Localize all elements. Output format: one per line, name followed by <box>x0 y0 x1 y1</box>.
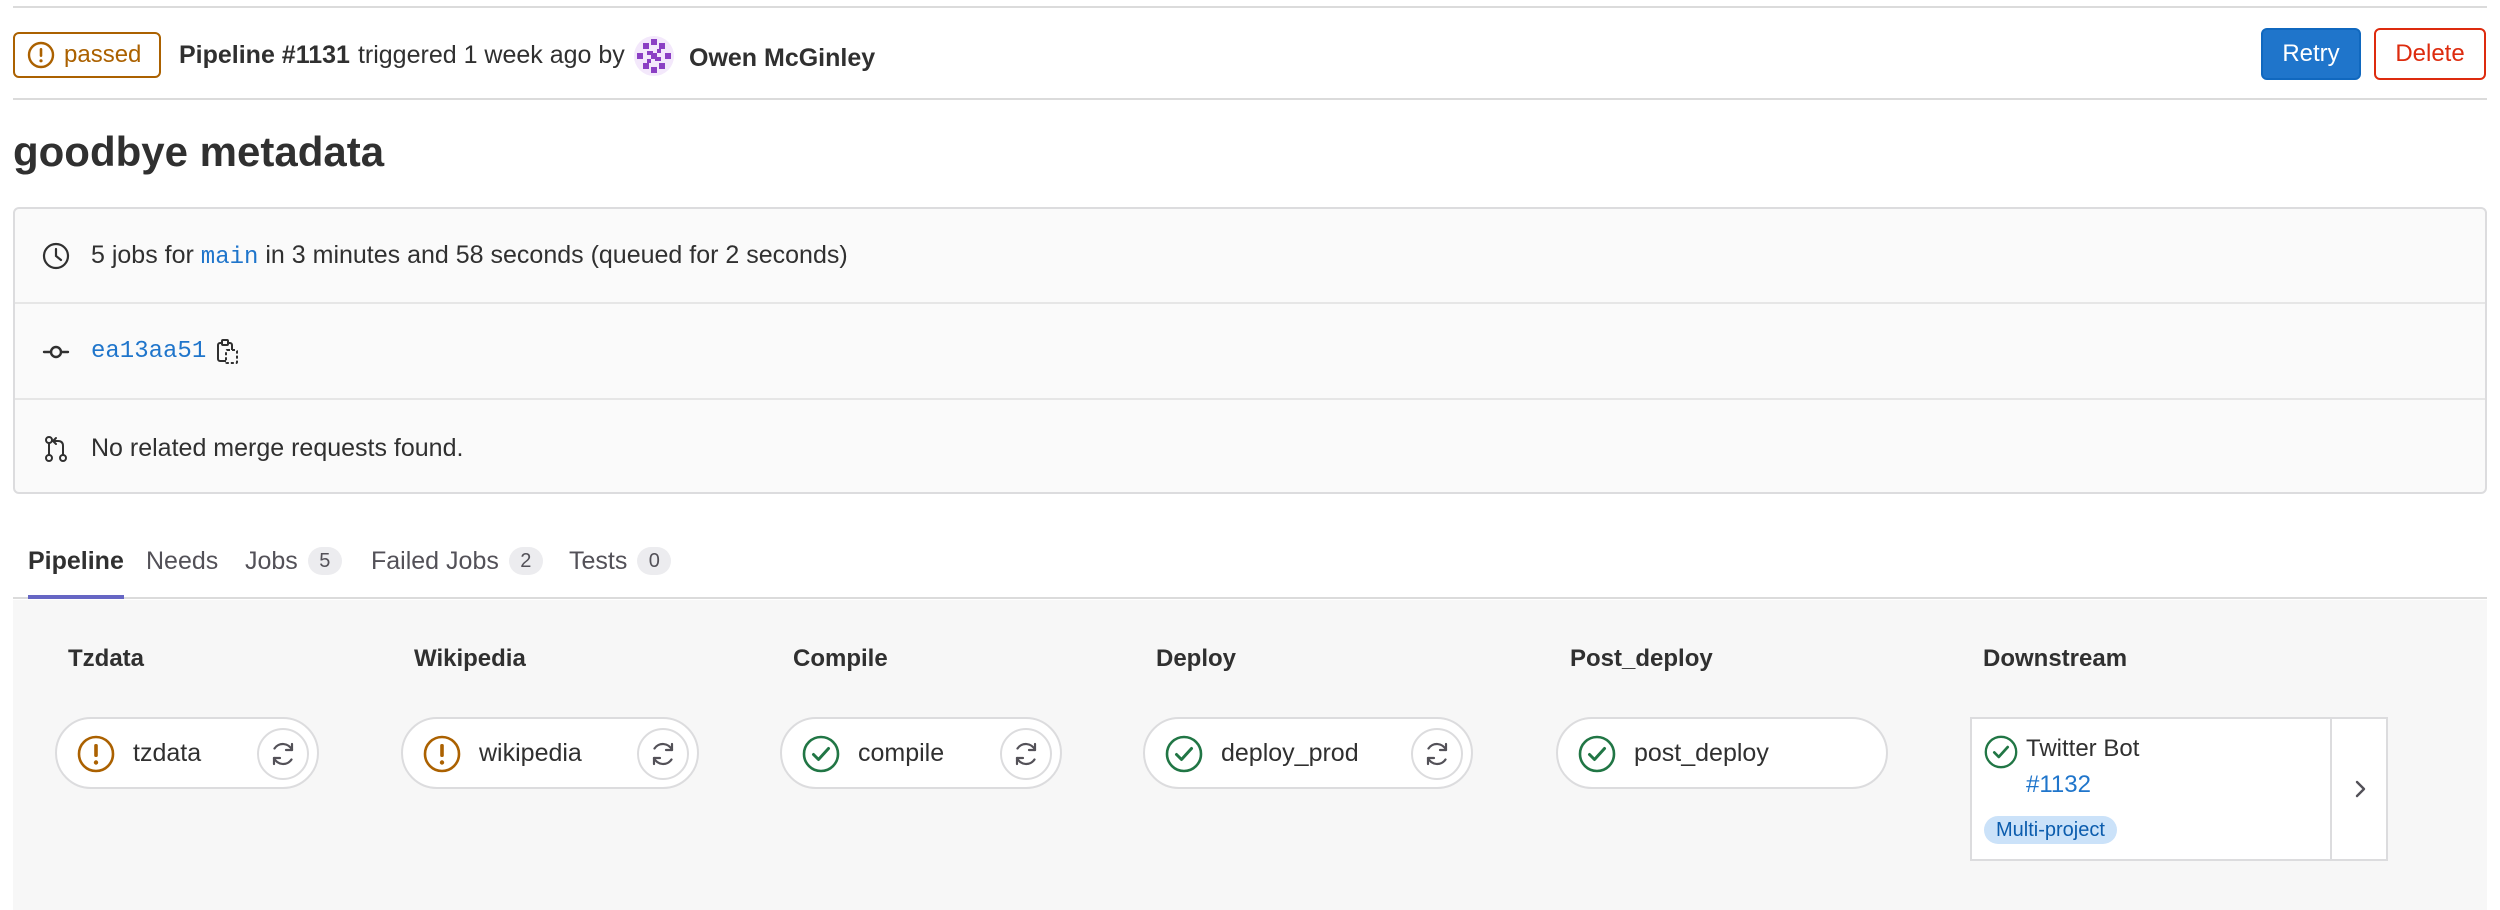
job-name: post_deploy <box>1634 738 1769 767</box>
job-deploy-prod[interactable]: deploy_prod <box>1143 717 1473 789</box>
tab-needs[interactable]: Needs <box>146 525 218 597</box>
pipeline-id: Pipeline #1131 <box>179 40 350 69</box>
tab-jobs[interactable]: Jobs 5 <box>245 525 342 597</box>
count-badge: 5 <box>307 547 342 575</box>
downstream-project-name: Twitter Bot <box>2026 735 2140 762</box>
success-status-icon <box>802 735 840 773</box>
author-name[interactable]: Owen McGinley <box>689 32 875 84</box>
jobs-summary-row: 5 jobs for main in 3 minutes and 58 seco… <box>15 209 2485 304</box>
branch-link[interactable]: main <box>201 244 259 271</box>
expand-downstream-button[interactable] <box>2330 719 2388 859</box>
job-post-deploy[interactable]: post_deploy <box>1556 717 1888 789</box>
job-name: wikipedia <box>479 738 582 767</box>
retry-job-button[interactable] <box>637 728 689 780</box>
retry-icon <box>652 742 674 766</box>
status-label: passed <box>64 41 142 68</box>
job-wikipedia[interactable]: wikipedia <box>401 717 699 789</box>
job-name: deploy_prod <box>1221 738 1359 767</box>
job-tzdata[interactable]: tzdata <box>55 717 319 789</box>
retry-icon <box>1015 742 1037 766</box>
merge-request-icon <box>45 435 67 462</box>
commit-row: ea13aa51 <box>15 305 2485 400</box>
count-badge: 0 <box>637 547 672 575</box>
count-badge: 2 <box>508 547 543 575</box>
user-avatar[interactable] <box>633 35 675 77</box>
tab-failed-jobs[interactable]: Failed Jobs 2 <box>371 525 543 597</box>
job-compile[interactable]: compile <box>780 717 1062 789</box>
status-badge[interactable]: passed <box>13 32 162 78</box>
triggered-text: triggered 1 week ago by <box>357 40 625 69</box>
retry-job-button[interactable] <box>1000 728 1052 780</box>
tab-label: Jobs <box>245 546 298 575</box>
jobs-summary-suffix: in 3 minutes and 58 seconds (queued for … <box>265 240 848 269</box>
pipeline-info-box: 5 jobs for main in 3 minutes and 58 seco… <box>13 207 2487 494</box>
job-name: tzdata <box>133 738 202 767</box>
pipeline-summary: Pipeline #1131 triggered 1 week ago by <box>179 32 625 78</box>
jobs-summary-text: 5 jobs for main in 3 minutes and 58 seco… <box>91 241 848 271</box>
stage-title: Tzdata <box>68 645 145 672</box>
tab-label: Failed Jobs <box>371 546 499 575</box>
multi-project-badge: Multi-project <box>1984 816 2117 844</box>
tab-label: Tests <box>569 546 628 575</box>
jobs-summary-prefix: 5 jobs for <box>91 240 194 269</box>
stage-title: Wikipedia <box>414 645 526 672</box>
tab-label: Pipeline <box>28 546 124 575</box>
warning-status-icon <box>423 735 461 773</box>
clock-icon <box>42 242 70 269</box>
retry-icon <box>1426 742 1448 766</box>
pipeline-tabs: Pipeline Needs Jobs 5 Failed Jobs 2 Test… <box>13 525 2487 599</box>
page-title: goodbye metadata <box>13 128 385 175</box>
commit-icon <box>42 345 70 358</box>
tab-tests[interactable]: Tests 0 <box>569 525 672 597</box>
merge-requests-text: No related merge requests found. <box>91 434 464 462</box>
stage-title: Compile <box>793 645 888 672</box>
pipeline-graph: Tzdata tzdata Wikipedia wikipedia Compil… <box>13 600 2487 910</box>
stage-title: Downstream <box>1983 645 2128 672</box>
retry-job-button[interactable] <box>1411 728 1463 780</box>
success-status-icon <box>1578 735 1616 773</box>
success-status-icon <box>1165 735 1203 773</box>
retry-icon <box>272 742 294 766</box>
delete-button[interactable]: Delete <box>2374 28 2486 80</box>
tab-pipeline[interactable]: Pipeline <box>28 525 124 599</box>
warning-status-icon <box>77 735 115 773</box>
job-name: compile <box>858 738 945 767</box>
retry-job-button[interactable] <box>257 728 309 780</box>
retry-button[interactable]: Retry <box>2261 28 2361 80</box>
pipeline-header: passed Pipeline #1131 triggered 1 week a… <box>13 8 2487 100</box>
tab-label: Needs <box>146 546 219 575</box>
warning-status-icon <box>27 41 55 69</box>
copy-icon[interactable] <box>215 338 241 366</box>
success-status-icon <box>1984 735 2018 769</box>
downstream-pipeline-link[interactable]: Twitter Bot #1132 Multi-project <box>1972 719 2330 859</box>
merge-requests-row: No related merge requests found. <box>15 401 2485 496</box>
chevron-right-icon <box>2355 780 2366 798</box>
downstream-pipeline-id[interactable]: #1132 <box>2026 771 2091 799</box>
stage-title: Deploy <box>1156 645 1237 672</box>
stage-title: Post_deploy <box>1570 645 1713 672</box>
downstream-pipeline-card: Twitter Bot #1132 Multi-project <box>1970 717 2388 861</box>
commit-sha-link[interactable]: ea13aa51 <box>91 338 206 365</box>
